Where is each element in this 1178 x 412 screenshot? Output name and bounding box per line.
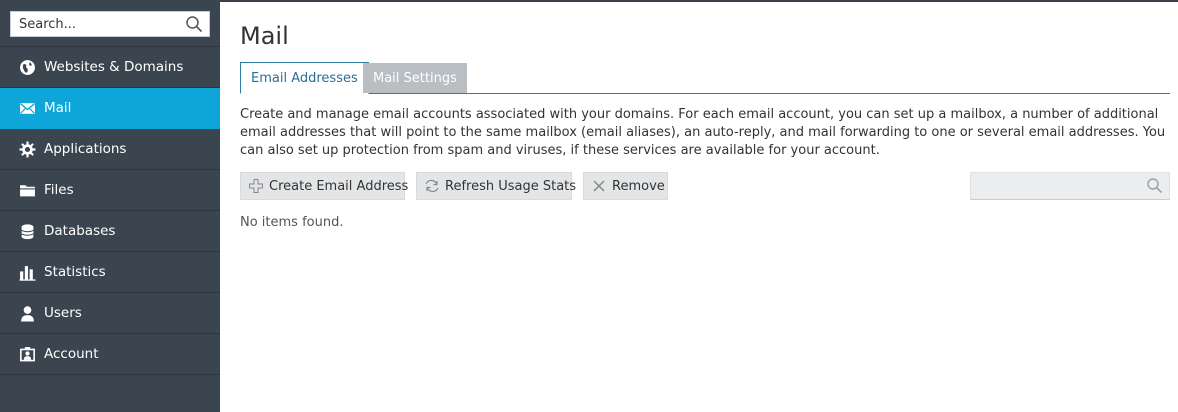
sidebar-search	[10, 11, 210, 37]
sidebar-item-databases[interactable]: Databases	[0, 211, 220, 252]
empty-list-message: No items found.	[240, 215, 344, 230]
tab-bar: Email Addresses Mail Settings	[240, 62, 1170, 94]
sidebar-item-label: Users	[44, 305, 82, 321]
remove-label: Remove	[612, 178, 665, 194]
globe-icon	[19, 59, 36, 76]
sidebar-item-label: Websites & Domains	[44, 59, 184, 75]
search-icon[interactable]	[185, 15, 203, 33]
refresh-usage-stats-button[interactable]: Refresh Usage Stats	[416, 172, 576, 200]
sidebar-item-label: Files	[44, 182, 74, 198]
sidebar-item-websites-domains[interactable]: Websites & Domains	[0, 47, 220, 88]
page-title: Mail	[240, 22, 289, 50]
create-email-address-label: Create Email Address	[269, 178, 409, 194]
tab-email-addresses[interactable]: Email Addresses	[240, 62, 369, 94]
sidebar: Websites & Domains Mail Applications Fil…	[0, 0, 220, 412]
sidebar-item-mail[interactable]: Mail	[0, 88, 220, 129]
folder-icon	[19, 182, 36, 199]
page-description: Create and manage email accounts associa…	[240, 107, 1166, 158]
database-icon	[19, 223, 36, 240]
plus-icon	[248, 178, 264, 194]
envelope-icon	[19, 100, 36, 117]
create-email-address-button[interactable]: Create Email Address	[240, 172, 409, 200]
tab-mail-settings[interactable]: Mail Settings	[363, 63, 467, 93]
sidebar-item-label: Mail	[44, 100, 72, 116]
sidebar-nav: Websites & Domains Mail Applications Fil…	[0, 46, 220, 375]
sidebar-item-label: Databases	[44, 223, 116, 239]
refresh-usage-stats-label: Refresh Usage Stats	[445, 178, 577, 194]
sidebar-item-applications[interactable]: Applications	[0, 129, 220, 170]
sidebar-item-label: Applications	[44, 141, 127, 157]
sidebar-item-label: Account	[44, 346, 99, 362]
gear-icon	[19, 141, 36, 158]
list-search	[970, 172, 1170, 200]
sidebar-item-files[interactable]: Files	[0, 170, 220, 211]
remove-button[interactable]: Remove	[583, 172, 668, 200]
sidebar-item-statistics[interactable]: Statistics	[0, 252, 220, 293]
close-icon	[591, 178, 607, 194]
sidebar-item-label: Statistics	[44, 264, 106, 280]
refresh-icon	[424, 178, 440, 194]
list-search-input[interactable]	[970, 172, 1170, 200]
search-icon[interactable]	[1146, 177, 1163, 194]
account-card-icon	[19, 346, 36, 363]
bar-chart-icon	[19, 264, 36, 281]
main-content: Mail Email Addresses Mail Settings Creat…	[240, 0, 1170, 412]
toolbar: Create Email Address Refresh Usage Stats…	[240, 172, 1170, 200]
sidebar-item-account[interactable]: Account	[0, 334, 220, 375]
sidebar-search-input[interactable]	[10, 11, 210, 37]
user-icon	[19, 305, 36, 322]
sidebar-item-users[interactable]: Users	[0, 293, 220, 334]
